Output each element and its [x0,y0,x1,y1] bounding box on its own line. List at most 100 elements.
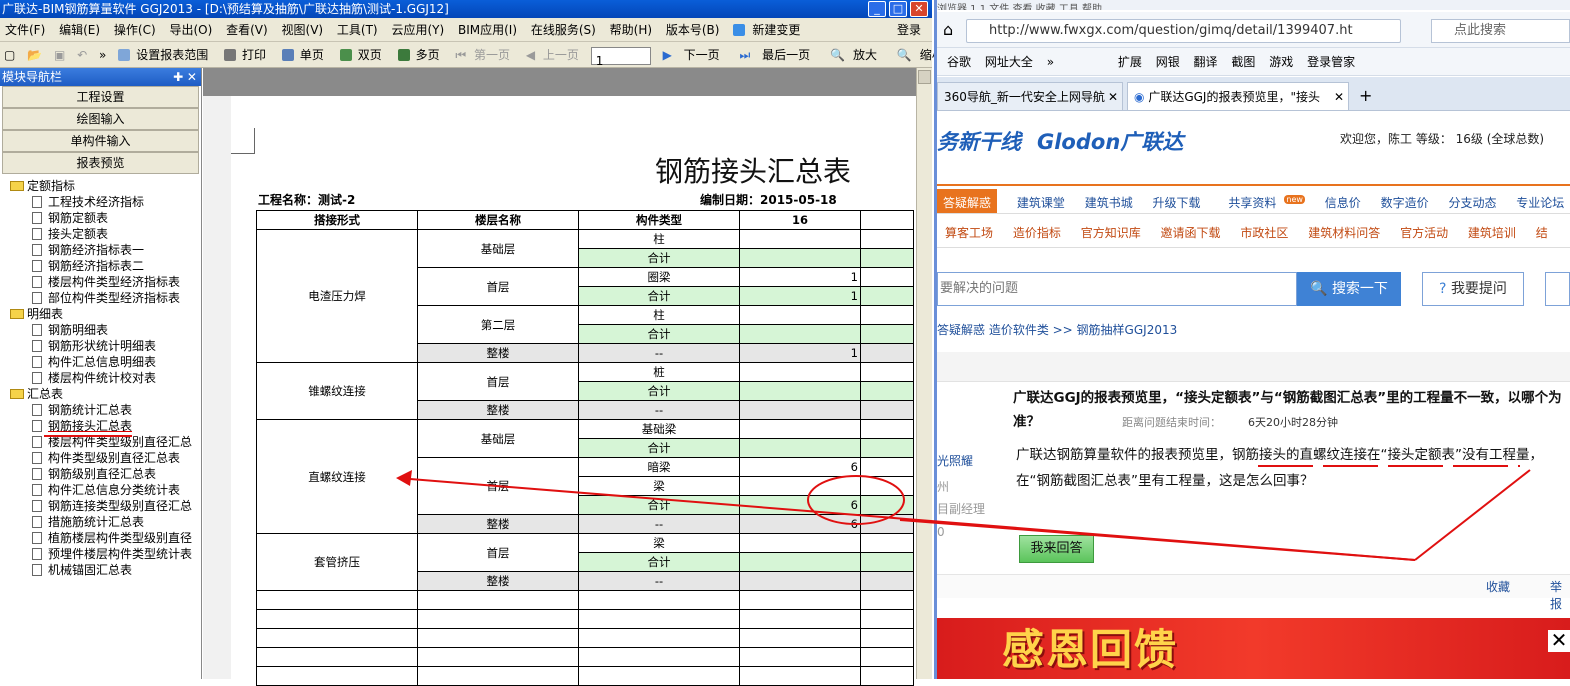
nav-drawing-input-button[interactable]: 绘图输入 [2,108,199,130]
new-file-icon[interactable]: ▢ [0,42,19,68]
subnav-2[interactable]: 造价指标 [1013,218,1061,247]
tree-folder[interactable]: 汇总表 [0,386,201,402]
tree-item[interactable]: 工程技术经济指标 [0,194,201,210]
next-page-button[interactable]: ▶ 下一页 [655,42,728,68]
open-file-icon[interactable]: 📂 [23,42,46,68]
close-button[interactable]: ✕ [910,1,928,17]
single-page-button[interactable]: 单页 [278,42,332,68]
tree-item[interactable]: 楼层构件类型级别直径汇总 [0,434,201,450]
menu-view[interactable]: 查看(V) [221,18,273,42]
minimize-button[interactable]: _ [868,1,886,17]
bookmark-screenshot[interactable]: 截图 [1231,48,1255,75]
tree-item[interactable]: 钢筋定额表 [0,210,201,226]
nav-report-preview-button[interactable]: 报表预览 [2,152,199,174]
page-number-input[interactable]: 1 [590,46,651,68]
report-vertical-scrollbar[interactable] [916,68,932,679]
menu-tools[interactable]: 工具(T) [332,18,383,42]
banner-close-icon[interactable]: ✕ [1548,630,1570,652]
edit-pencil-icon[interactable] [1545,272,1570,306]
bookmarks-more-icon[interactable]: » [1047,48,1054,75]
nav-single-component-button[interactable]: 单构件输入 [2,130,199,152]
first-page-button[interactable]: ⏮ 第一页 [451,42,518,68]
subnav-1[interactable]: 算客工场 [945,218,993,247]
toolbar-overflow-icon[interactable]: » [95,42,110,68]
subnav-8[interactable]: 建筑培训 [1468,218,1516,247]
undo-icon[interactable]: ↶ [73,42,91,68]
tree-item[interactable]: 钢筋明细表 [0,322,201,338]
tab-close-icon[interactable]: ✕ [1108,83,1118,110]
bookmark-translate[interactable]: 翻译 [1194,48,1218,75]
nav-forum[interactable]: 专业论坛 [1516,189,1564,213]
menu-operate[interactable]: 操作(C) [109,18,161,42]
tree-item[interactable]: 钢筋连接类型级别直径汇总 [0,498,201,514]
nav-shared[interactable]: 共享资料 new [1220,186,1305,213]
tree-item[interactable]: 钢筋经济指标表二 [0,258,201,274]
breadcrumb[interactable]: 答疑解惑 造价软件类 >> 钢筋抽样GGJ2013 [937,318,1570,342]
tree-item[interactable]: 钢筋统计汇总表 [0,402,201,418]
menu-cloud[interactable]: 云应用(Y) [386,18,449,42]
pin-close-icon[interactable]: ✚ ✕ [173,68,197,86]
menu-edit[interactable]: 编辑(E) [54,18,105,42]
bookmark-site-directory[interactable]: 网址大全 [985,48,1033,75]
last-page-button[interactable]: ⏭ 最后一页 [732,42,819,68]
user-name[interactable]: 光照耀 [937,452,973,469]
nav-digital[interactable]: 数字造价 [1381,189,1429,213]
site-logo[interactable]: 务新干线 [937,126,1021,156]
nav-branch[interactable]: 分支动态 [1448,189,1496,213]
search-button[interactable]: 🔍 搜索一下 [1297,272,1401,306]
nav-project-settings-button[interactable]: 工程设置 [2,86,199,108]
subnav-6[interactable]: 建筑材料问答 [1308,218,1380,247]
bookmark-login-manager[interactable]: 登录管家 [1307,48,1355,75]
subnav-4[interactable]: 邀请函下载 [1161,218,1221,247]
menu-export[interactable]: 导出(O) [164,18,217,42]
nav-price[interactable]: 信息价 [1325,189,1361,213]
answer-button[interactable]: 我来回答 [1019,535,1094,563]
url-input[interactable]: http://www.fwxgx.com/question/gimq/detai… [966,19,1401,43]
bookmark-games[interactable]: 游戏 [1269,48,1293,75]
menu-new-change[interactable]: 新建变更 [728,18,810,42]
report-link[interactable]: 举报 [1550,578,1570,612]
maximize-button[interactable]: □ [889,1,907,17]
menu-bim[interactable]: BIM应用(I) [453,18,522,42]
question-search-input[interactable]: 要解决的问题 [937,272,1297,306]
print-button[interactable]: 打印 [220,42,274,68]
tree-folder[interactable]: 定额指标 [0,178,201,194]
subnav-9[interactable]: 结 [1536,218,1548,247]
tree-folder[interactable]: 明细表 [0,306,201,322]
tab-close-icon[interactable]: ✕ [1333,83,1344,110]
set-range-button[interactable]: 设置报表范围 [114,42,216,68]
menu-online[interactable]: 在线服务(S) [526,18,601,42]
nav-download[interactable]: 升级下载 [1153,189,1201,213]
menu-window[interactable]: 视图(V) [277,18,329,42]
tree-item[interactable]: 部位构件类型经济指标表 [0,290,201,306]
subnav-5[interactable]: 市政社区 [1240,218,1288,247]
prev-page-button[interactable]: ◀ 上一页 [522,42,587,68]
tree-item[interactable]: 楼层构件类型经济指标表 [0,274,201,290]
tree-item[interactable]: 构件类型级别直径汇总表 [0,450,201,466]
save-icon[interactable]: ▣ [50,42,69,68]
glodon-logo[interactable]: Glodon广联达 [1037,126,1183,156]
browser-search-input[interactable]: 点此搜索 [1431,19,1570,43]
tree-item[interactable]: 措施筋统计汇总表 [0,514,201,530]
ask-question-button[interactable]: ? 我要提问 [1422,272,1524,306]
tree-item[interactable]: 钢筋级别直径汇总表 [0,466,201,482]
menu-login[interactable]: 登录 [892,18,926,42]
favorite-link[interactable]: 收藏 [1486,578,1510,595]
home-icon[interactable]: ⌂ [943,20,953,39]
tab-question[interactable]: ◉ 广联达GGJ的报表预览里，"接头 ✕ [1127,82,1349,110]
zoom-in-button[interactable]: 🔍 放大 [822,42,885,68]
bookmark-netbank[interactable]: 网银 [1156,48,1180,75]
tree-item[interactable]: 构件汇总信息明细表 [0,354,201,370]
tree-item[interactable]: 钢筋形状统计明细表 [0,338,201,354]
subnav-3[interactable]: 官方知识库 [1081,218,1141,247]
tree-item[interactable]: 构件汇总信息分类统计表 [0,482,201,498]
nav-classroom[interactable]: 建筑课堂 [1017,189,1065,213]
scroll-up-icon[interactable] [918,70,931,84]
tree-item[interactable]: 植筋楼层构件类型级别直径 [0,530,201,546]
nav-bookstore[interactable]: 建筑书城 [1085,189,1133,213]
tree-item[interactable]: 接头定额表 [0,226,201,242]
menu-help[interactable]: 帮助(H) [605,18,657,42]
tree-item[interactable]: 楼层构件统计校对表 [0,370,201,386]
bookmark-google[interactable]: 谷歌 [947,48,971,75]
double-page-button[interactable]: 双页 [336,42,390,68]
